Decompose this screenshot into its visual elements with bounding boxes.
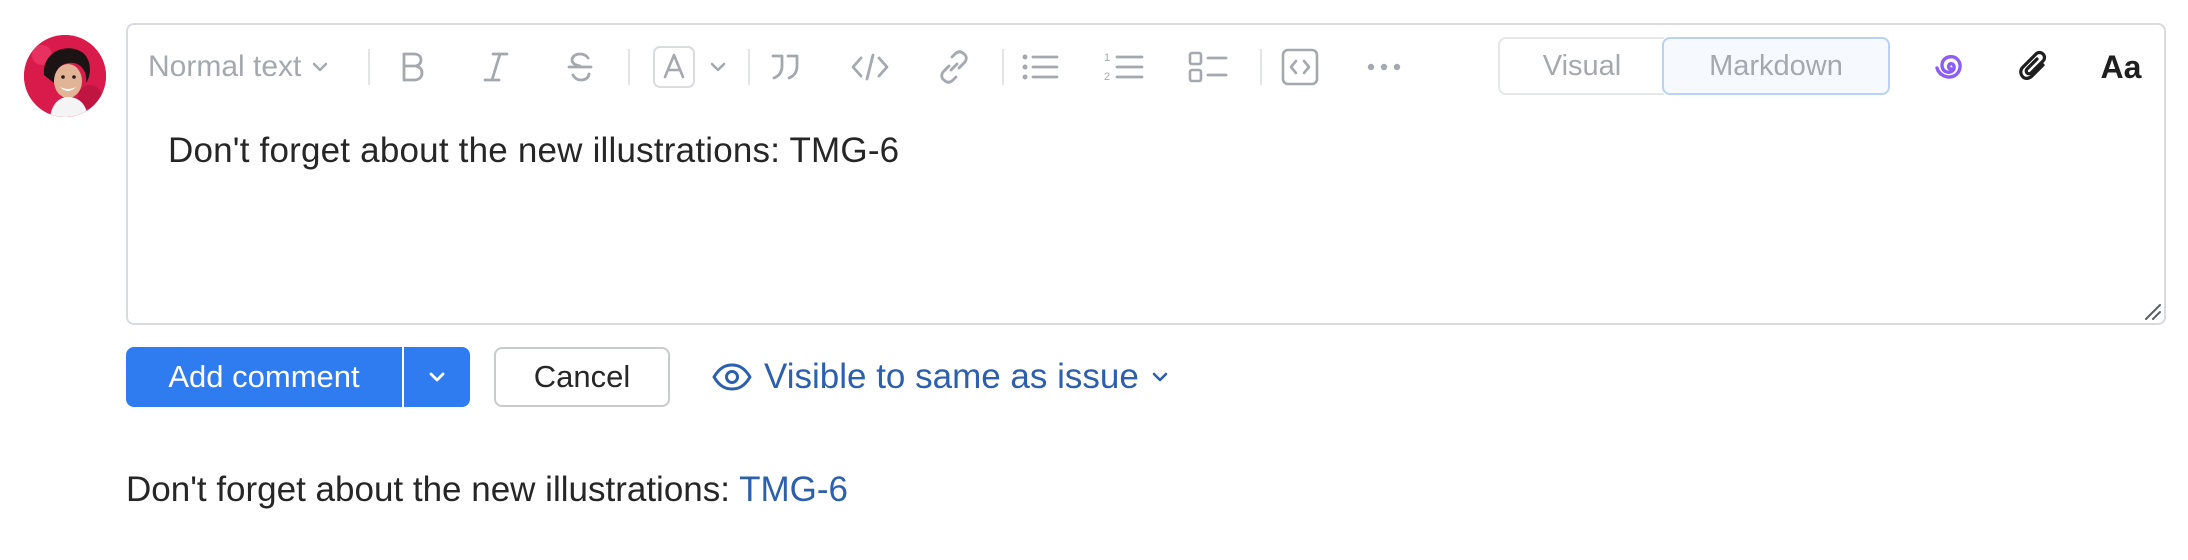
mode-markdown-button[interactable]: Markdown [1662,37,1890,95]
chevron-down-icon [429,372,445,382]
strikethrough-button[interactable] [558,45,602,89]
bold-button[interactable] [390,45,434,89]
ai-assistant-icon [1935,55,1962,79]
add-comment-button[interactable]: Add comment [126,347,402,407]
checklist-icon [1188,51,1228,83]
inline-code-button[interactable] [848,45,892,89]
resize-handle-icon[interactable] [2140,299,2162,321]
toolbar-divider [748,49,750,85]
add-comment-options-button[interactable] [404,347,470,407]
comment-preview: Don't forget about the new illustrations… [126,470,848,510]
quote-button[interactable] [764,45,808,89]
quote-icon [771,54,799,80]
comment-preview-text: Don't forget about the new illustrations… [126,470,740,509]
numbered-list-button[interactable]: 12 [1102,45,1146,89]
ai-assistant-button[interactable] [1928,45,1974,89]
eye-icon [712,363,752,391]
editor-mode-switch: Visual Markdown [1498,37,1890,95]
text-style-dropdown[interactable]: Normal text [148,45,348,89]
bold-icon [402,52,424,82]
text-color-dropdown[interactable] [648,45,732,89]
formatting-icon[interactable]: Aa [2094,45,2148,89]
chevron-down-icon [313,62,328,72]
cancel-button[interactable]: Cancel [494,347,670,407]
editor-text[interactable]: Don't forget about the new illustrations… [168,131,899,171]
numbered-list-icon: 12 [1104,52,1144,83]
toolbar-divider [1002,49,1004,85]
visibility-label: Visible to same as issue [764,357,1139,396]
visibility-dropdown[interactable]: Visible to same as issue [712,350,1169,404]
code-block-icon [1281,48,1319,86]
link-icon [940,50,968,84]
attachment-button[interactable] [2012,45,2058,89]
toolbar-divider [368,49,370,85]
avatar[interactable] [24,35,106,117]
italic-button[interactable] [474,45,518,89]
more-icon [1367,63,1401,71]
svg-text:1: 1 [1104,52,1110,64]
formatting-toolbar: Normal text 1 2 Visual Markdown Aa [128,25,2164,107]
link-button[interactable] [932,45,976,89]
code-block-button[interactable] [1278,45,1322,89]
mode-visual-button[interactable]: Visual [1498,37,1664,95]
text-color-icon [653,46,695,88]
issue-link[interactable]: TMG-6 [739,470,848,509]
bulleted-list-button[interactable] [1018,45,1062,89]
chevron-down-icon [1152,372,1168,382]
attachment-icon [2019,50,2047,80]
checklist-button[interactable] [1186,45,1230,89]
text-style-label: Normal text [148,50,302,83]
code-icon [851,53,889,81]
more-button[interactable] [1362,45,1406,89]
italic-icon [483,52,509,82]
chevron-down-icon [710,62,726,72]
comment-editor[interactable]: Normal text 1 2 Visual Markdown Aa Don't… [126,23,2166,325]
toolbar-divider [1260,49,1262,85]
avatar-image [24,35,106,117]
toolbar-divider [628,49,630,85]
svg-text:2: 2 [1104,71,1110,83]
strikethrough-icon [567,52,593,82]
bulleted-list-icon [1022,54,1059,80]
